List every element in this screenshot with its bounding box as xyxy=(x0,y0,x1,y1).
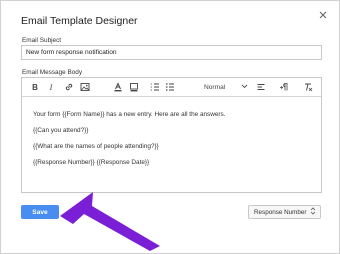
body-line: Your form {{Form Name}} has a new entry.… xyxy=(33,111,226,118)
email-template-dialog: Email Template Designer Email Subject Ne… xyxy=(0,0,340,254)
numbered-list-icon[interactable]: 123 xyxy=(149,81,161,93)
clear-format-icon[interactable] xyxy=(302,81,314,93)
updown-icon xyxy=(310,207,316,217)
message-editor: B I 123 Normal Your form {{Form Name}} h… xyxy=(21,77,322,193)
body-line: {{What are the names of people attending… xyxy=(33,143,159,150)
body-line: {{Can you attend?}} xyxy=(33,127,89,134)
bulleted-list-icon[interactable] xyxy=(164,81,176,93)
format-select-value: Normal xyxy=(204,83,226,91)
subject-label: Email Subject xyxy=(22,37,62,44)
svg-text:3: 3 xyxy=(151,88,153,92)
message-body[interactable]: Your form {{Form Name}} has a new entry.… xyxy=(22,98,321,193)
placeholder-select-value: Response Number xyxy=(254,208,307,216)
dialog-title: Email Template Designer xyxy=(21,15,138,27)
bold-icon[interactable]: B xyxy=(30,81,40,93)
text-color-icon[interactable] xyxy=(112,81,124,93)
close-icon[interactable] xyxy=(317,9,329,21)
link-icon[interactable] xyxy=(63,81,75,93)
image-icon[interactable] xyxy=(79,81,91,93)
rtl-icon[interactable] xyxy=(278,81,290,93)
body-line: {{Response Number}} {{Response Date}} xyxy=(33,159,150,166)
editor-toolbar: B I 123 Normal xyxy=(22,78,321,97)
highlight-icon[interactable] xyxy=(128,81,140,93)
placeholder-select[interactable]: Response Number xyxy=(248,205,321,219)
align-icon[interactable] xyxy=(255,81,267,93)
chevron-down-icon xyxy=(241,84,248,91)
save-button[interactable]: Save xyxy=(21,205,59,219)
format-select[interactable]: Normal xyxy=(204,81,248,93)
italic-icon[interactable]: I xyxy=(46,81,56,93)
body-label: Email Message Body xyxy=(22,69,83,76)
subject-input[interactable]: New form response notification xyxy=(21,45,322,60)
